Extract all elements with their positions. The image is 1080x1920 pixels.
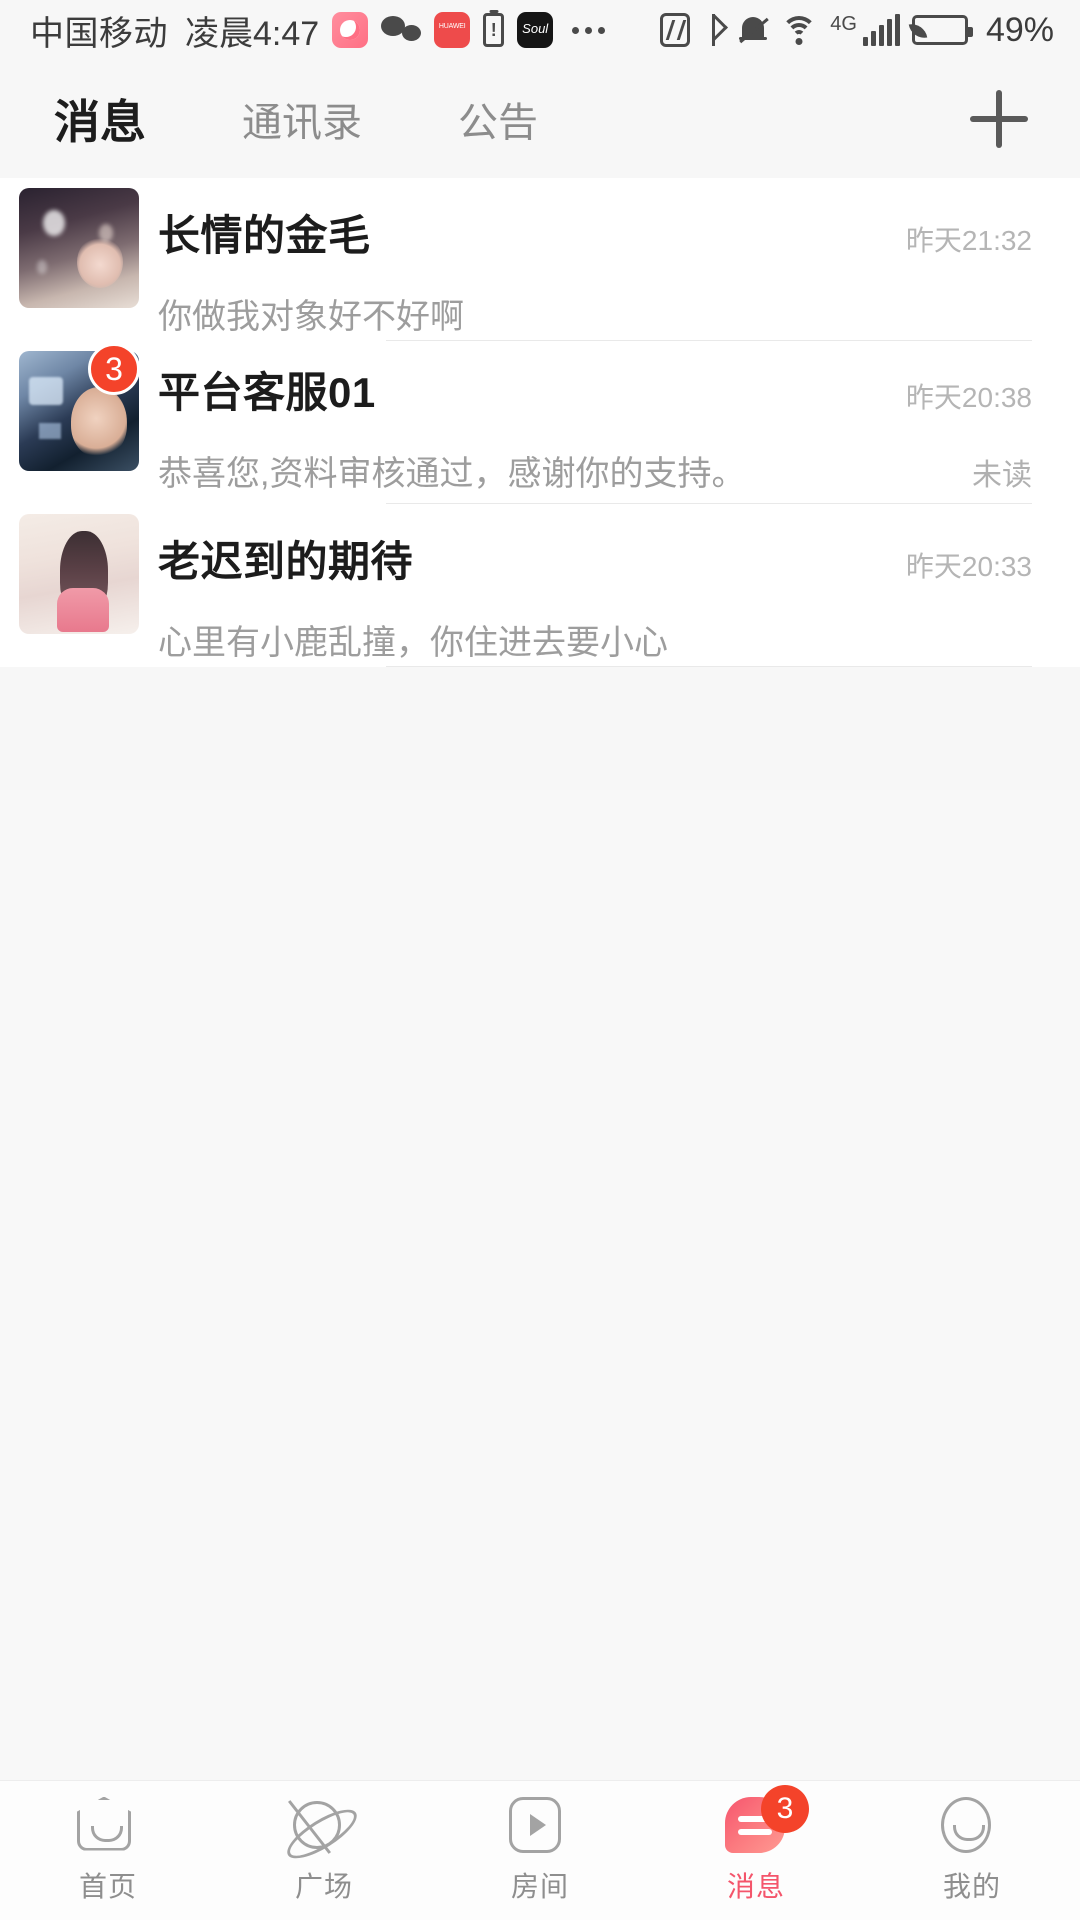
chat-item-preview: 你做我对象好不好啊 [158,263,1032,338]
chat-list-item[interactable]: 长情的金毛 昨天21:32 你做我对象好不好啊 [0,178,1080,341]
chat-read-state: 未读 [972,459,1032,492]
chat-item-header: 长情的金毛 昨天21:32 [158,178,1032,263]
avatar[interactable] [19,188,139,308]
battery-saver-icon [908,15,973,45]
bottom-navigation-bar: 首页 广场 房间 3 消息 我的 [0,1780,1080,1920]
bluetooth-icon [702,12,726,48]
carrier-label: 中国移动 [30,14,168,53]
chat-item-preview: 恭喜您,资料审核通过，感谢你的支持。 未读 [158,420,1032,495]
chat-list-item[interactable]: 3 平台客服01 昨天20:38 恭喜您,资料审核通过，感谢你的支持。 未读 [0,341,1080,504]
chat-message-preview: 恭喜您,资料审核通过，感谢你的支持。 [158,455,746,493]
tab-contacts[interactable]: 通讯录 [242,80,362,158]
message-bubble-icon: 3 [725,1784,809,1855]
network-type-label: 4G [830,12,857,35]
top-tab-bar: 消息 通讯录 公告 [0,60,1080,178]
battery-percent-label: 49% [985,10,1054,49]
chat-list: 长情的金毛 昨天21:32 你做我对象好不好啊 3 平台客服01 昨天20:38 [0,178,1080,667]
nfc-icon [660,13,691,47]
signal-bars-icon [862,14,900,46]
room-play-icon [509,1796,571,1855]
nav-label-profile: 我的 [942,1870,1001,1902]
huawei-icon [434,12,471,48]
status-bar-right: 4G 49% [660,11,1054,50]
avatar-wrapper [0,504,158,634]
avatar-wrapper: 3 [0,341,158,471]
unread-badge: 3 [88,343,140,395]
app-screen: 中国移动 凌晨4:47 4G 49% 消息 通讯录 公告 [0,0,1080,1920]
avatar-wrapper [0,178,158,308]
nav-label-room: 房间 [510,1870,569,1902]
chat-message-preview: 你做我对象好不好啊 [158,298,464,336]
chat-item-preview: 心里有小鹿乱撞，你住进去要小心 [158,589,1032,664]
soul-icon [517,12,554,48]
chat-name: 老迟到的期待 [158,538,414,585]
status-bar-left: 中国移动 凌晨4:47 [30,6,611,55]
profile-face-icon [941,1796,1003,1855]
nav-unread-badge: 3 [761,1784,809,1833]
wechat-icon [381,14,422,46]
nav-label-square: 广场 [294,1870,353,1902]
chat-name: 长情的金毛 [158,212,371,259]
chat-timestamp: 昨天21:32 [905,225,1032,256]
chat-item-body: 长情的金毛 昨天21:32 你做我对象好不好啊 [158,178,1080,341]
soul-app-icon [332,12,369,48]
chat-item-header: 老迟到的期待 昨天20:33 [158,504,1032,589]
chat-timestamp: 昨天20:38 [905,382,1032,413]
chat-item-body: 老迟到的期待 昨天20:33 心里有小鹿乱撞，你住进去要小心 [158,504,1080,667]
avatar[interactable] [19,514,139,634]
chat-list-item[interactable]: 老迟到的期待 昨天20:33 心里有小鹿乱撞，你住进去要小心 [0,504,1080,667]
nav-label-messages: 消息 [726,1870,785,1902]
list-divider [386,666,1032,667]
chat-timestamp: 昨天20:33 [905,551,1032,582]
chat-item-body: 平台客服01 昨天20:38 恭喜您,资料审核通过，感谢你的支持。 未读 [158,341,1080,504]
chat-name: 平台客服01 [158,369,376,416]
empty-list-area [0,790,1080,1780]
battery-low-icon [483,13,505,47]
tab-messages[interactable]: 消息 [54,76,146,162]
nav-item-room[interactable]: 房间 [432,1781,648,1920]
home-icon [77,1796,139,1855]
nav-item-home[interactable]: 首页 [0,1781,216,1920]
planet-icon [293,1797,355,1855]
nav-item-messages[interactable]: 3 消息 [648,1781,864,1920]
nav-label-home: 首页 [78,1870,137,1902]
wifi-icon [780,14,818,46]
chat-message-preview: 心里有小鹿乱撞，你住进去要小心 [158,624,668,662]
clock-label: 凌晨4:47 [185,14,320,53]
chat-item-header: 平台客服01 昨天20:38 [158,341,1032,420]
add-button[interactable] [964,84,1034,154]
nav-item-profile[interactable]: 我的 [864,1781,1080,1920]
status-bar: 中国移动 凌晨4:47 4G 49% [0,0,1080,60]
more-dots-icon [566,26,611,34]
silent-bell-icon [738,13,768,47]
nav-item-square[interactable]: 广场 [216,1781,432,1920]
tab-announcements[interactable]: 公告 [458,80,538,158]
